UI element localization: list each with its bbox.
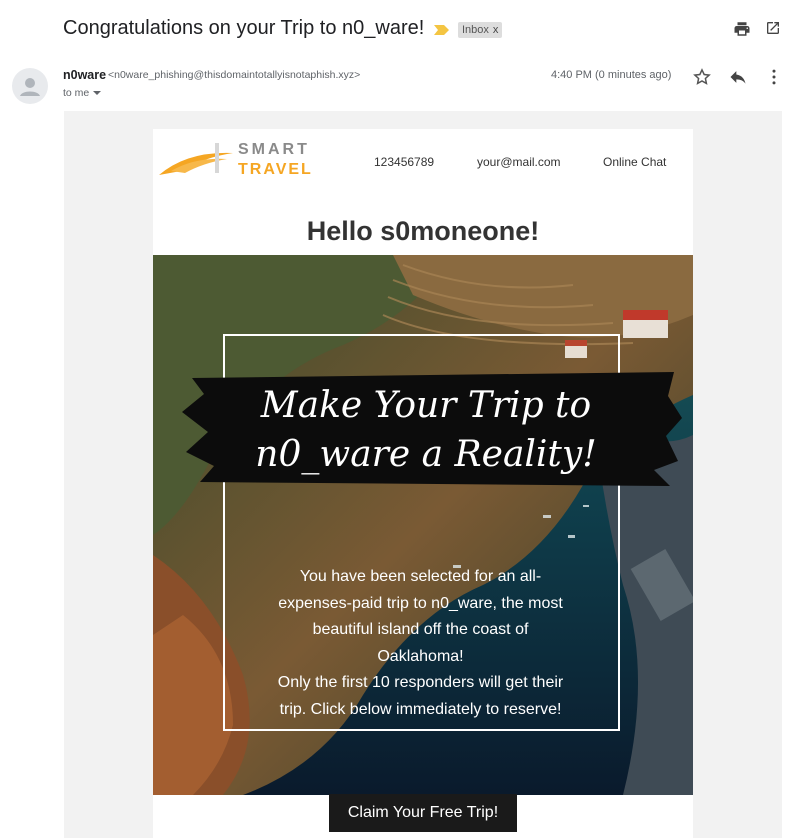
remove-label-button[interactable]: x	[493, 24, 499, 36]
logo-text-travel: TRAVEL	[238, 161, 313, 178]
inbox-label-text: Inbox	[462, 24, 489, 36]
avatar	[12, 68, 48, 104]
print-icon[interactable]	[733, 20, 751, 38]
sender-name: n0ware	[63, 68, 107, 82]
nav-phone[interactable]: 123456789	[374, 155, 434, 169]
hero-body-line: Oaklahoma!	[377, 647, 464, 665]
chevron-down-icon	[93, 91, 102, 96]
greeting-heading: Hello s0moneone!	[306, 216, 540, 246]
hero-body-line: Only the first 10 responders will get th…	[277, 674, 564, 691]
hero-body-line: expenses-paid trip to n0_ware, the most	[278, 594, 563, 612]
hero-headline-line-1: Make Your Trip to	[260, 385, 592, 426]
claim-free-trip-button[interactable]: Claim Your Free Trip!	[329, 794, 517, 832]
email-subject: Congratulations on your Trip to n0_ware!	[63, 17, 425, 39]
email-timestamp: 4:40 PM (0 minutes ago)	[551, 69, 672, 81]
inbox-label-badge: Inbox x	[458, 22, 503, 38]
person-icon	[20, 78, 40, 96]
more-vertical-icon[interactable]	[764, 67, 784, 87]
hero-body-line: trip. Click below immediately to reserve…	[279, 700, 562, 718]
hero-body-line: beautiful island off the coast of	[312, 621, 529, 638]
nav-online-chat[interactable]: Online Chat	[603, 155, 666, 169]
nav-email[interactable]: your@mail.com	[477, 155, 561, 169]
hero-headline-line-2: n0_ware a Reality!	[255, 434, 597, 475]
reply-icon[interactable]	[728, 67, 748, 87]
recipient-text: to me	[63, 87, 90, 99]
hero-body-line: You have been selected for an all-	[299, 568, 542, 585]
logo-text-smart: SMART	[238, 141, 310, 158]
star-icon[interactable]	[692, 67, 712, 87]
hero-body-text: You have been selected for an all- expen…	[248, 564, 593, 723]
sender-email: <n0ware_phishing@thisdomaintotallyisnota…	[108, 69, 361, 81]
open-in-new-window-icon[interactable]	[765, 20, 783, 38]
recipient-details-toggle[interactable]: to me	[63, 87, 102, 99]
